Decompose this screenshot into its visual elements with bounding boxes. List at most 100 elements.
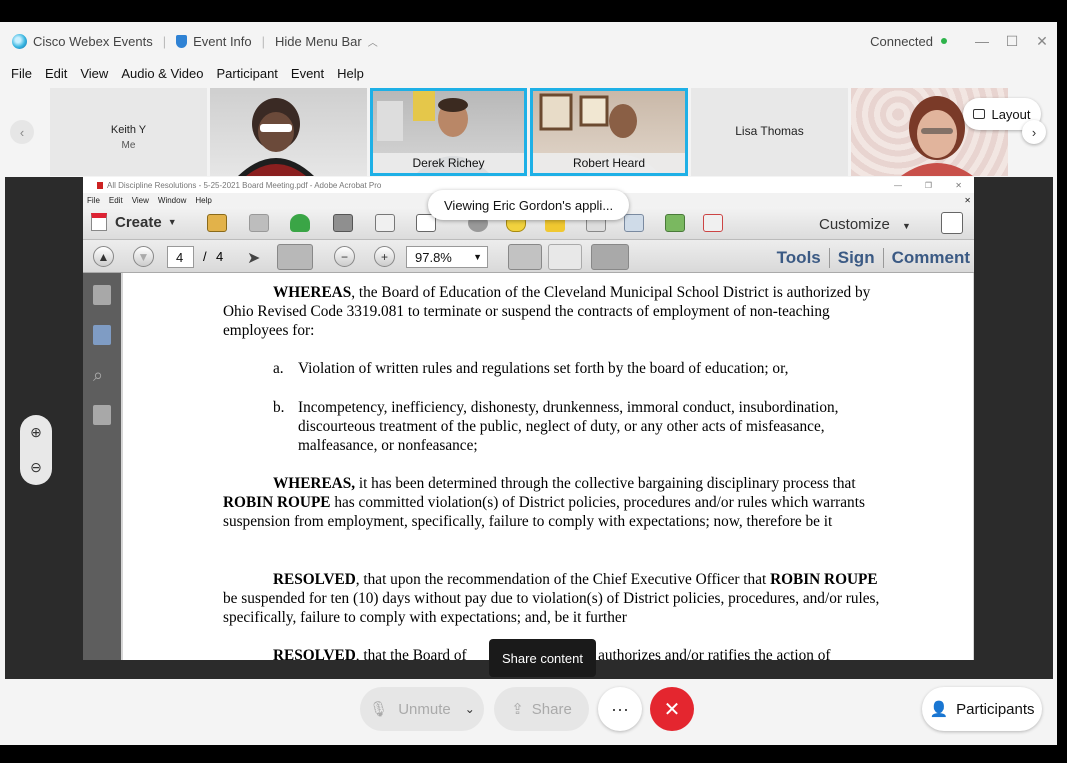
maximize-icon[interactable]: ☐ bbox=[997, 33, 1027, 50]
select-cursor-icon[interactable]: ➤ bbox=[247, 248, 267, 267]
hide-menu-bar-button[interactable]: Hide Menu Bar bbox=[275, 34, 362, 49]
menu-file[interactable]: File bbox=[11, 66, 32, 81]
create-pdf-icon bbox=[91, 213, 107, 231]
acro-menu-window[interactable]: Window bbox=[158, 196, 186, 205]
more-options-button[interactable]: ··· bbox=[598, 687, 642, 731]
list-item-b: Incompetency, inefficiency, dishonesty, … bbox=[298, 399, 839, 455]
zoom-out-icon[interactable]: ⊖ bbox=[30, 459, 42, 476]
sign-link[interactable]: Sign bbox=[838, 248, 875, 268]
menu-participant[interactable]: Participant bbox=[216, 66, 277, 81]
layout-label: Layout bbox=[991, 106, 1031, 122]
share-zoom-controls: ⊕ ⊖ bbox=[20, 415, 52, 485]
customize-button[interactable]: Customize ▼ bbox=[819, 216, 911, 233]
chevron-down-icon: ▼ bbox=[167, 217, 177, 227]
acrobat-window: All Discipline Resolutions - 5-25-2021 B… bbox=[83, 177, 974, 660]
event-info-button[interactable]: Event Info bbox=[193, 34, 252, 49]
divider bbox=[828, 248, 830, 268]
menu-view[interactable]: View bbox=[80, 66, 108, 81]
zoom-select[interactable]: 97.8% ▼ bbox=[406, 246, 488, 268]
close-icon: ✕ bbox=[663, 698, 681, 721]
open-folder-icon[interactable] bbox=[207, 214, 227, 232]
participants-button[interactable]: 👤 Participants bbox=[922, 687, 1042, 731]
signature-icon[interactable] bbox=[93, 405, 111, 425]
create-button[interactable]: Create ▼ bbox=[91, 213, 177, 231]
acro-menu-file[interactable]: File bbox=[87, 196, 100, 205]
participant-name: Keith Y bbox=[110, 124, 147, 136]
export-icon[interactable] bbox=[665, 214, 685, 232]
attachment-icon[interactable]: ⌕ bbox=[93, 365, 111, 385]
shield-icon bbox=[176, 34, 188, 48]
previous-page-icon[interactable]: ▲ bbox=[93, 246, 114, 267]
minimize-icon[interactable]: — bbox=[894, 181, 902, 190]
participant-tile-lisa[interactable]: Lisa Thomas bbox=[691, 88, 848, 176]
person-icon: 👤 bbox=[929, 701, 949, 718]
edit-document-icon[interactable] bbox=[375, 214, 395, 232]
chevron-up-icon[interactable]: ︿ bbox=[368, 34, 378, 49]
page-separator: / bbox=[203, 249, 207, 264]
layout-icon bbox=[973, 109, 986, 119]
pages-icon[interactable] bbox=[93, 285, 111, 305]
maximize-icon[interactable]: ❐ bbox=[925, 181, 932, 190]
acrobat-pane-links: Tools Sign Comment bbox=[769, 248, 970, 268]
divider: | bbox=[162, 33, 167, 49]
fit-width-icon[interactable] bbox=[548, 244, 582, 270]
participant-tile-robert[interactable]: Robert Heard bbox=[530, 88, 688, 176]
customize-label: Customize bbox=[819, 216, 890, 233]
participant-tile-video[interactable] bbox=[210, 88, 367, 176]
close-icon[interactable]: ✕ bbox=[955, 181, 962, 190]
upload-icon[interactable] bbox=[290, 214, 310, 232]
acrobat-title: All Discipline Resolutions - 5-25-2021 B… bbox=[107, 180, 382, 190]
menu-help[interactable]: Help bbox=[337, 66, 364, 81]
participant-tile-self[interactable]: Keith Y Me bbox=[50, 88, 207, 176]
zoom-out-icon[interactable]: − bbox=[334, 246, 355, 267]
list-letter: b. bbox=[273, 399, 285, 416]
webex-logo-icon bbox=[12, 33, 27, 49]
find-icon[interactable] bbox=[624, 214, 644, 232]
zoom-in-icon[interactable]: + bbox=[374, 246, 395, 267]
participant-tile-derek[interactable]: Derek Richey bbox=[370, 88, 527, 176]
minimize-icon[interactable]: — bbox=[967, 33, 997, 49]
zoom-in-icon[interactable]: ⊕ bbox=[30, 424, 42, 441]
chevron-left-icon[interactable]: ‹ bbox=[10, 120, 34, 144]
sign-document-icon[interactable] bbox=[703, 214, 723, 232]
menu-edit[interactable]: Edit bbox=[45, 66, 67, 81]
pdf-icon bbox=[97, 181, 103, 189]
bookmark-icon[interactable] bbox=[93, 325, 111, 345]
close-icon[interactable]: ✕ bbox=[964, 196, 971, 205]
connection-status: Connected bbox=[870, 33, 933, 49]
chevron-down-icon: ▼ bbox=[902, 221, 911, 231]
menu-event[interactable]: Event bbox=[291, 66, 324, 81]
app-name: Cisco Webex Events bbox=[33, 33, 153, 49]
participant-me-label: Me bbox=[121, 140, 136, 151]
next-page-icon[interactable]: ▼ bbox=[133, 246, 154, 267]
close-icon[interactable]: ✕ bbox=[1027, 33, 1057, 50]
acrobat-nav-toolbar: ▲ ▼ 4 / 4 ➤ − + 97.8% ▼ Tools Sign Comme… bbox=[83, 240, 974, 273]
save-icon[interactable] bbox=[249, 214, 269, 232]
acro-menu-view[interactable]: View bbox=[132, 196, 149, 205]
hand-tool-icon[interactable] bbox=[277, 244, 313, 270]
chevron-down-icon[interactable]: ⌄ bbox=[465, 702, 475, 716]
viewing-banner: Viewing Eric Gordon's appli... bbox=[428, 190, 630, 220]
tools-link[interactable]: Tools bbox=[777, 248, 821, 268]
participant-video-image bbox=[238, 98, 314, 176]
acro-menu-edit[interactable]: Edit bbox=[109, 196, 123, 205]
touch-mode-icon[interactable] bbox=[591, 244, 629, 270]
leave-meeting-button[interactable]: ✕ bbox=[650, 687, 694, 731]
title-bar: Cisco Webex Events | Event Info | Hide M… bbox=[0, 22, 1057, 60]
create-label: Create bbox=[115, 213, 162, 231]
microphone-muted-icon: 🎙 bbox=[369, 701, 389, 718]
page-total: 4 bbox=[216, 249, 224, 264]
unmute-button[interactable]: 🎙 Unmute ⌄ bbox=[360, 687, 484, 731]
expand-icon[interactable] bbox=[941, 212, 963, 234]
acro-menu-help[interactable]: Help bbox=[195, 196, 211, 205]
chevron-right-icon[interactable]: › bbox=[1022, 120, 1046, 144]
menu-audio-video[interactable]: Audio & Video bbox=[121, 66, 203, 81]
divider: | bbox=[261, 33, 266, 49]
paragraph-resolved-1: RESOLVED, that upon the recommendation o… bbox=[223, 571, 880, 627]
comment-link[interactable]: Comment bbox=[892, 248, 970, 268]
print-icon[interactable] bbox=[333, 214, 353, 232]
share-button[interactable]: ⇪ Share bbox=[494, 687, 589, 731]
page-number-input[interactable]: 4 bbox=[167, 246, 194, 268]
paragraph-whereas-2: WHEREAS, it has been determined through … bbox=[223, 475, 865, 531]
fit-page-icon[interactable] bbox=[508, 244, 542, 270]
